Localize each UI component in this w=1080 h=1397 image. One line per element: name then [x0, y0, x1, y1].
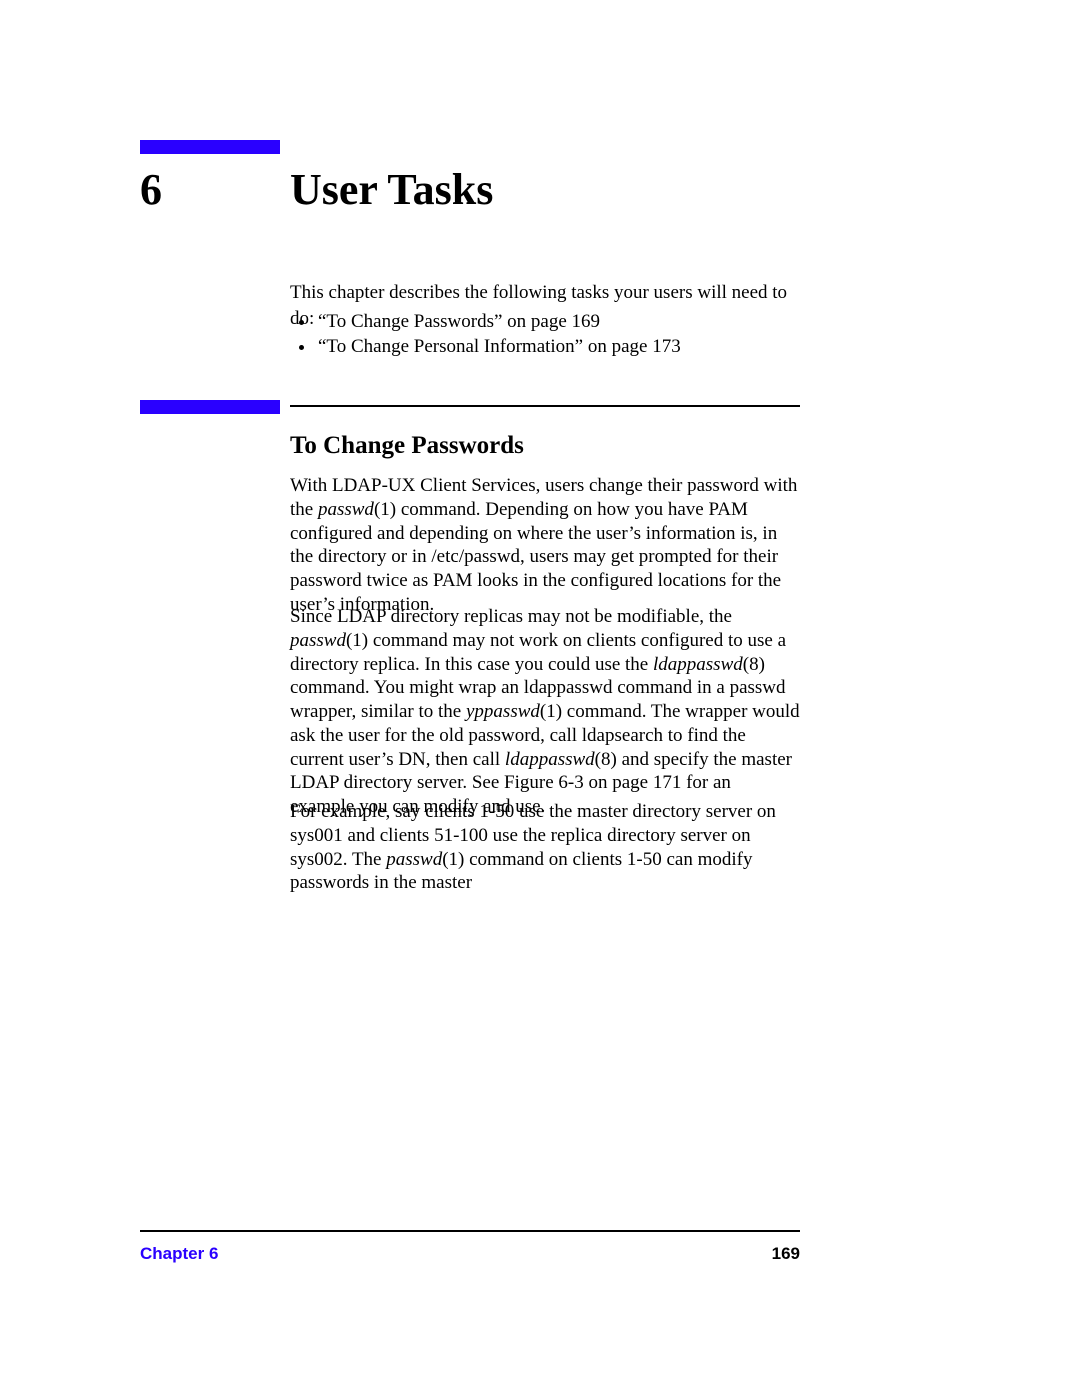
chapter-accent-bar — [140, 140, 280, 154]
body-paragraph: With LDAP-UX Client Services, users chan… — [290, 474, 800, 617]
command-ldappasswd: ldappasswd — [653, 654, 743, 675]
body-paragraph: For example, say clients 1-50 use the ma… — [290, 800, 800, 895]
section-accent-bar — [140, 400, 280, 414]
section-rule — [290, 405, 800, 407]
command-passwd: passwd — [290, 630, 346, 651]
footer-page-number: 169 — [772, 1244, 800, 1264]
text: Since LDAP directory replicas may not be… — [290, 606, 732, 627]
body-paragraph: Since LDAP directory replicas may not be… — [290, 605, 800, 819]
list-item: “To Change Passwords” on page 169 — [316, 310, 826, 335]
command-yppasswd: yppasswd — [466, 701, 540, 722]
command-passwd: passwd — [386, 849, 442, 870]
footer-rule — [140, 1230, 800, 1232]
list-item: “To Change Personal Information” on page… — [316, 335, 826, 360]
page: 6 User Tasks This chapter describes the … — [0, 0, 1080, 1397]
chapter-number: 6 — [140, 164, 162, 215]
command-ldappasswd: ldappasswd — [505, 749, 595, 770]
section-heading: To Change Passwords — [290, 432, 524, 460]
command-passwd: passwd — [318, 499, 374, 520]
task-bullet-list: “To Change Passwords” on page 169 “To Ch… — [290, 310, 826, 359]
chapter-title: User Tasks — [290, 164, 493, 215]
footer-chapter-label: Chapter 6 — [140, 1244, 218, 1264]
